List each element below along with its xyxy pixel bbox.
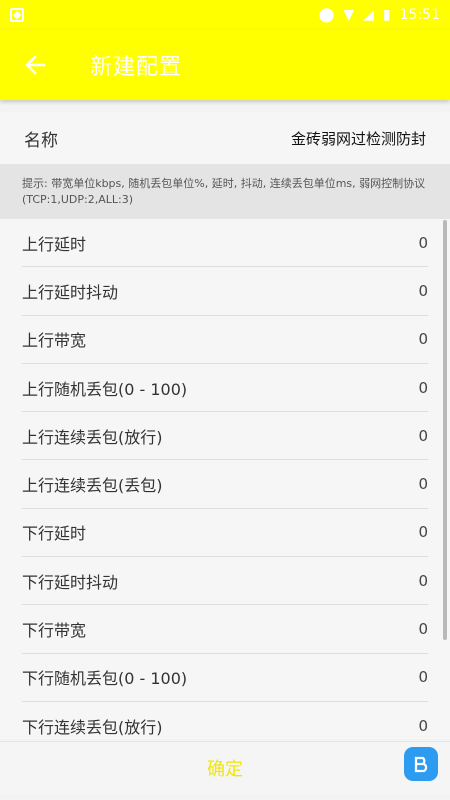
setting-label: 上行连续丢包(放行): [22, 427, 163, 447]
name-value: 金砖弱网过检测防封: [290, 129, 426, 148]
hint-text: 提示: 带宽单位kbps, 随机丢包单位%, 延时, 抖动, 连续丢包单位ms,…: [0, 164, 450, 219]
setting-label: 下行带宽: [22, 621, 87, 641]
setting-row[interactable]: 上行延时抖动 0: [22, 267, 428, 316]
watermark: [404, 747, 438, 781]
setting-value: 0: [418, 233, 428, 252]
location-icon: ⬤: [318, 7, 335, 23]
setting-row[interactable]: 上行延时 0: [22, 219, 428, 268]
scrollbar[interactable]: [443, 220, 447, 640]
confirm-button[interactable]: 确定: [207, 755, 243, 781]
status-time: 15:51: [399, 7, 440, 23]
notification-icon: [10, 8, 24, 22]
setting-value: 0: [418, 281, 428, 300]
name-label: 名称: [24, 130, 58, 151]
page-title: 新建配置: [90, 55, 183, 80]
setting-label: 上行连续丢包(丢包): [22, 476, 163, 496]
setting-value: 0: [418, 426, 428, 445]
back-arrow-icon: [25, 55, 46, 75]
setting-row[interactable]: 上行带宽 0: [22, 316, 428, 364]
setting-label: 下行延时抖动: [22, 572, 119, 592]
setting-row[interactable]: 下行连续丢包(放行) 0: [22, 702, 428, 739]
bottom-bar: 确定: [0, 741, 450, 794]
setting-row[interactable]: 下行延时抖动 0: [22, 557, 428, 606]
setting-value: 0: [418, 716, 428, 735]
setting-label: 上行带宽: [22, 331, 87, 351]
setting-row[interactable]: 上行连续丢包(放行) 0: [22, 412, 428, 461]
wifi-icon: ▼: [343, 7, 355, 23]
setting-row[interactable]: 下行带宽 0: [22, 605, 428, 654]
signal-icon: ◢: [363, 7, 374, 23]
app-bar: 新建配置: [0, 30, 450, 100]
setting-value: 0: [418, 668, 428, 687]
setting-value: 0: [418, 378, 428, 397]
setting-value: 0: [418, 571, 428, 590]
setting-row[interactable]: 下行延时 0: [22, 509, 428, 558]
battery-icon: ▮: [382, 7, 391, 23]
setting-label: 上行延时: [22, 234, 87, 254]
setting-value: 0: [418, 523, 428, 542]
setting-value: 0: [418, 330, 428, 349]
setting-value: 0: [418, 475, 428, 494]
watermark-logo-icon: [404, 747, 438, 781]
name-row[interactable]: 名称 金砖弱网过检测防封: [0, 112, 450, 164]
setting-row[interactable]: 上行随机丢包(0 - 100) 0: [22, 364, 428, 413]
status-bar: ⬤ ▼ ◢ ▮ 15:51: [0, 0, 450, 30]
setting-label: 上行随机丢包(0 - 100): [22, 379, 188, 399]
setting-label: 下行随机丢包(0 - 100): [22, 669, 188, 689]
setting-label: 下行连续丢包(放行): [22, 717, 163, 737]
setting-row[interactable]: 下行随机丢包(0 - 100) 0: [22, 654, 428, 702]
back-button[interactable]: [22, 52, 48, 78]
setting-value: 0: [418, 620, 428, 639]
setting-label: 上行延时抖动: [22, 282, 119, 302]
status-icons: ⬤ ▼ ◢ ▮ 15:51: [319, 7, 440, 23]
setting-row[interactable]: 上行连续丢包(丢包) 0: [22, 460, 428, 509]
settings-list: 上行延时 0 上行延时抖动 0 上行带宽 0 上行随机丢包(0 - 100) 0 上行连续丢包(…: [0, 219, 450, 739]
setting-label: 下行延时: [22, 524, 87, 544]
